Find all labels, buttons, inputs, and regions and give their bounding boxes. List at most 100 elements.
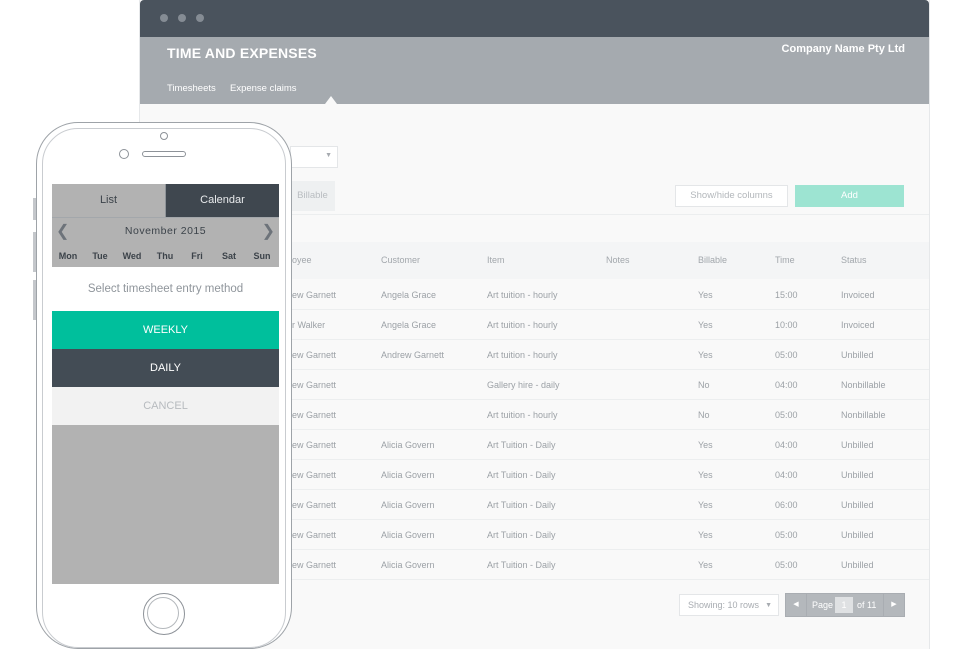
- mute-switch: [33, 198, 36, 220]
- action-sheet-title: Select timesheet entry method: [52, 267, 279, 311]
- cell-billable: Yes: [698, 350, 713, 360]
- cell-item: Art Tuition - Daily: [487, 530, 556, 540]
- show-hide-columns-button[interactable]: Show/hide columns: [675, 185, 788, 207]
- cell-customer: Angela Grace: [381, 290, 437, 300]
- cell-time: 15:00: [775, 290, 798, 300]
- cell-customer: Angela Grace: [381, 320, 437, 330]
- weekday-label: Sun: [253, 251, 271, 261]
- chevron-right-icon[interactable]: ❯: [262, 221, 275, 241]
- cell-employee: ew Garnett: [292, 440, 337, 450]
- rows-per-page-label: Showing: 10 rows: [688, 600, 760, 610]
- cell-time: 04:00: [775, 380, 798, 390]
- company-name: Company Name Pty Ltd: [781, 43, 905, 55]
- weekday-label: Wed: [122, 251, 142, 261]
- column-header-employee[interactable]: oyee: [292, 255, 312, 265]
- next-page-button[interactable]: ▶: [883, 594, 904, 616]
- home-button[interactable]: [143, 593, 185, 635]
- front-camera-icon: [119, 149, 129, 159]
- calendar-header: ❮ November 2015 ❯ Mon Tue Wed Thu Fri Sa…: [52, 217, 279, 268]
- cell-status: Unbilled: [841, 560, 874, 570]
- cell-billable: Yes: [698, 560, 713, 570]
- page-number-input[interactable]: 1: [835, 597, 853, 613]
- cell-time: 05:00: [775, 560, 798, 570]
- cell-customer: Alicia Govern: [381, 470, 435, 480]
- cell-billable: No: [698, 380, 710, 390]
- tab-expense-claims[interactable]: Expense claims: [230, 83, 297, 94]
- cell-billable: Yes: [698, 320, 713, 330]
- speaker-grille: [142, 151, 186, 157]
- cell-billable: Yes: [698, 500, 713, 510]
- app-header: TIME AND EXPENSES Company Name Pty Ltd T…: [140, 37, 929, 104]
- rows-per-page-select[interactable]: Showing: 10 rows ▼: [679, 594, 779, 616]
- cell-employee: ew Garnett: [292, 380, 337, 390]
- cell-customer: Alicia Govern: [381, 440, 435, 450]
- filter-select[interactable]: ▼: [290, 146, 338, 168]
- cell-time: 04:00: [775, 440, 798, 450]
- column-header-status[interactable]: Status: [841, 255, 867, 265]
- cell-status: Invoiced: [841, 320, 875, 330]
- weekly-option-button[interactable]: WEEKLY: [52, 311, 279, 349]
- cell-item: Art tuition - hourly: [487, 320, 558, 330]
- cell-employee: ew Garnett: [292, 410, 337, 420]
- tab-timesheets[interactable]: Timesheets: [167, 83, 216, 94]
- cell-status: Unbilled: [841, 530, 874, 540]
- cell-status: Unbilled: [841, 500, 874, 510]
- cell-employee: r Walker: [292, 320, 326, 330]
- cell-status: Invoiced: [841, 290, 875, 300]
- chevron-down-icon: ▼: [765, 602, 772, 609]
- cell-time: 05:00: [775, 530, 798, 540]
- cell-item: Art Tuition - Daily: [487, 470, 556, 480]
- page-label: Page: [812, 600, 834, 610]
- weekday-label: Sat: [221, 251, 236, 261]
- cell-status: Unbilled: [841, 350, 874, 360]
- column-header-time[interactable]: Time: [775, 255, 795, 265]
- calendar-month: November 2015: [124, 225, 207, 237]
- chevron-down-icon: ▼: [325, 152, 332, 159]
- billable-filter-button[interactable]: Billable: [290, 181, 335, 211]
- weekday-label: Mon: [58, 251, 78, 261]
- cell-time: 10:00: [775, 320, 798, 330]
- cell-item: Art tuition - hourly: [487, 410, 558, 420]
- column-header-customer[interactable]: Customer: [381, 255, 420, 265]
- cell-time: 05:00: [775, 350, 798, 360]
- cell-billable: Yes: [698, 440, 713, 450]
- window-titlebar: [140, 0, 929, 37]
- window-minimize-dot[interactable]: [178, 14, 186, 22]
- weekday-label: Fri: [191, 251, 203, 261]
- cell-item: Art Tuition - Daily: [487, 440, 556, 450]
- cell-item: Art tuition - hourly: [487, 290, 558, 300]
- cell-customer: Alicia Govern: [381, 500, 435, 510]
- segment-calendar[interactable]: Calendar: [166, 184, 279, 217]
- cell-employee: ew Garnett: [292, 560, 337, 570]
- camera-icon: [160, 132, 168, 140]
- cell-time: 06:00: [775, 500, 798, 510]
- column-header-billable[interactable]: Billable: [698, 255, 727, 265]
- cell-time: 05:00: [775, 410, 798, 420]
- cell-status: Nonbillable: [841, 410, 886, 420]
- column-header-item[interactable]: Item: [487, 255, 505, 265]
- daily-option-button[interactable]: DAILY: [52, 349, 279, 387]
- cell-employee: ew Garnett: [292, 290, 337, 300]
- cell-item: Art Tuition - Daily: [487, 500, 556, 510]
- cell-employee: ew Garnett: [292, 500, 337, 510]
- segment-list[interactable]: List: [52, 184, 166, 217]
- column-header-notes[interactable]: Notes: [606, 255, 630, 265]
- cell-status: Nonbillable: [841, 380, 886, 390]
- active-tab-indicator: [325, 96, 337, 104]
- pagination: ◀ Page 1 of 11 ▶: [785, 593, 905, 617]
- page-total: of 11: [857, 600, 877, 610]
- app-title: TIME AND EXPENSES: [167, 45, 317, 61]
- previous-page-button[interactable]: ◀: [786, 594, 807, 616]
- cell-item: Art Tuition - Daily: [487, 560, 556, 570]
- window-close-dot[interactable]: [160, 14, 168, 22]
- weekday-label: Tue: [92, 251, 108, 261]
- cell-status: Unbilled: [841, 470, 874, 480]
- add-button[interactable]: Add: [795, 185, 904, 207]
- volume-down-button: [33, 280, 36, 320]
- cell-employee: ew Garnett: [292, 470, 337, 480]
- cancel-button[interactable]: CANCEL: [52, 387, 279, 425]
- weekday-label: Thu: [156, 251, 174, 261]
- cell-time: 04:00: [775, 470, 798, 480]
- cell-billable: No: [698, 410, 710, 420]
- window-maximize-dot[interactable]: [196, 14, 204, 22]
